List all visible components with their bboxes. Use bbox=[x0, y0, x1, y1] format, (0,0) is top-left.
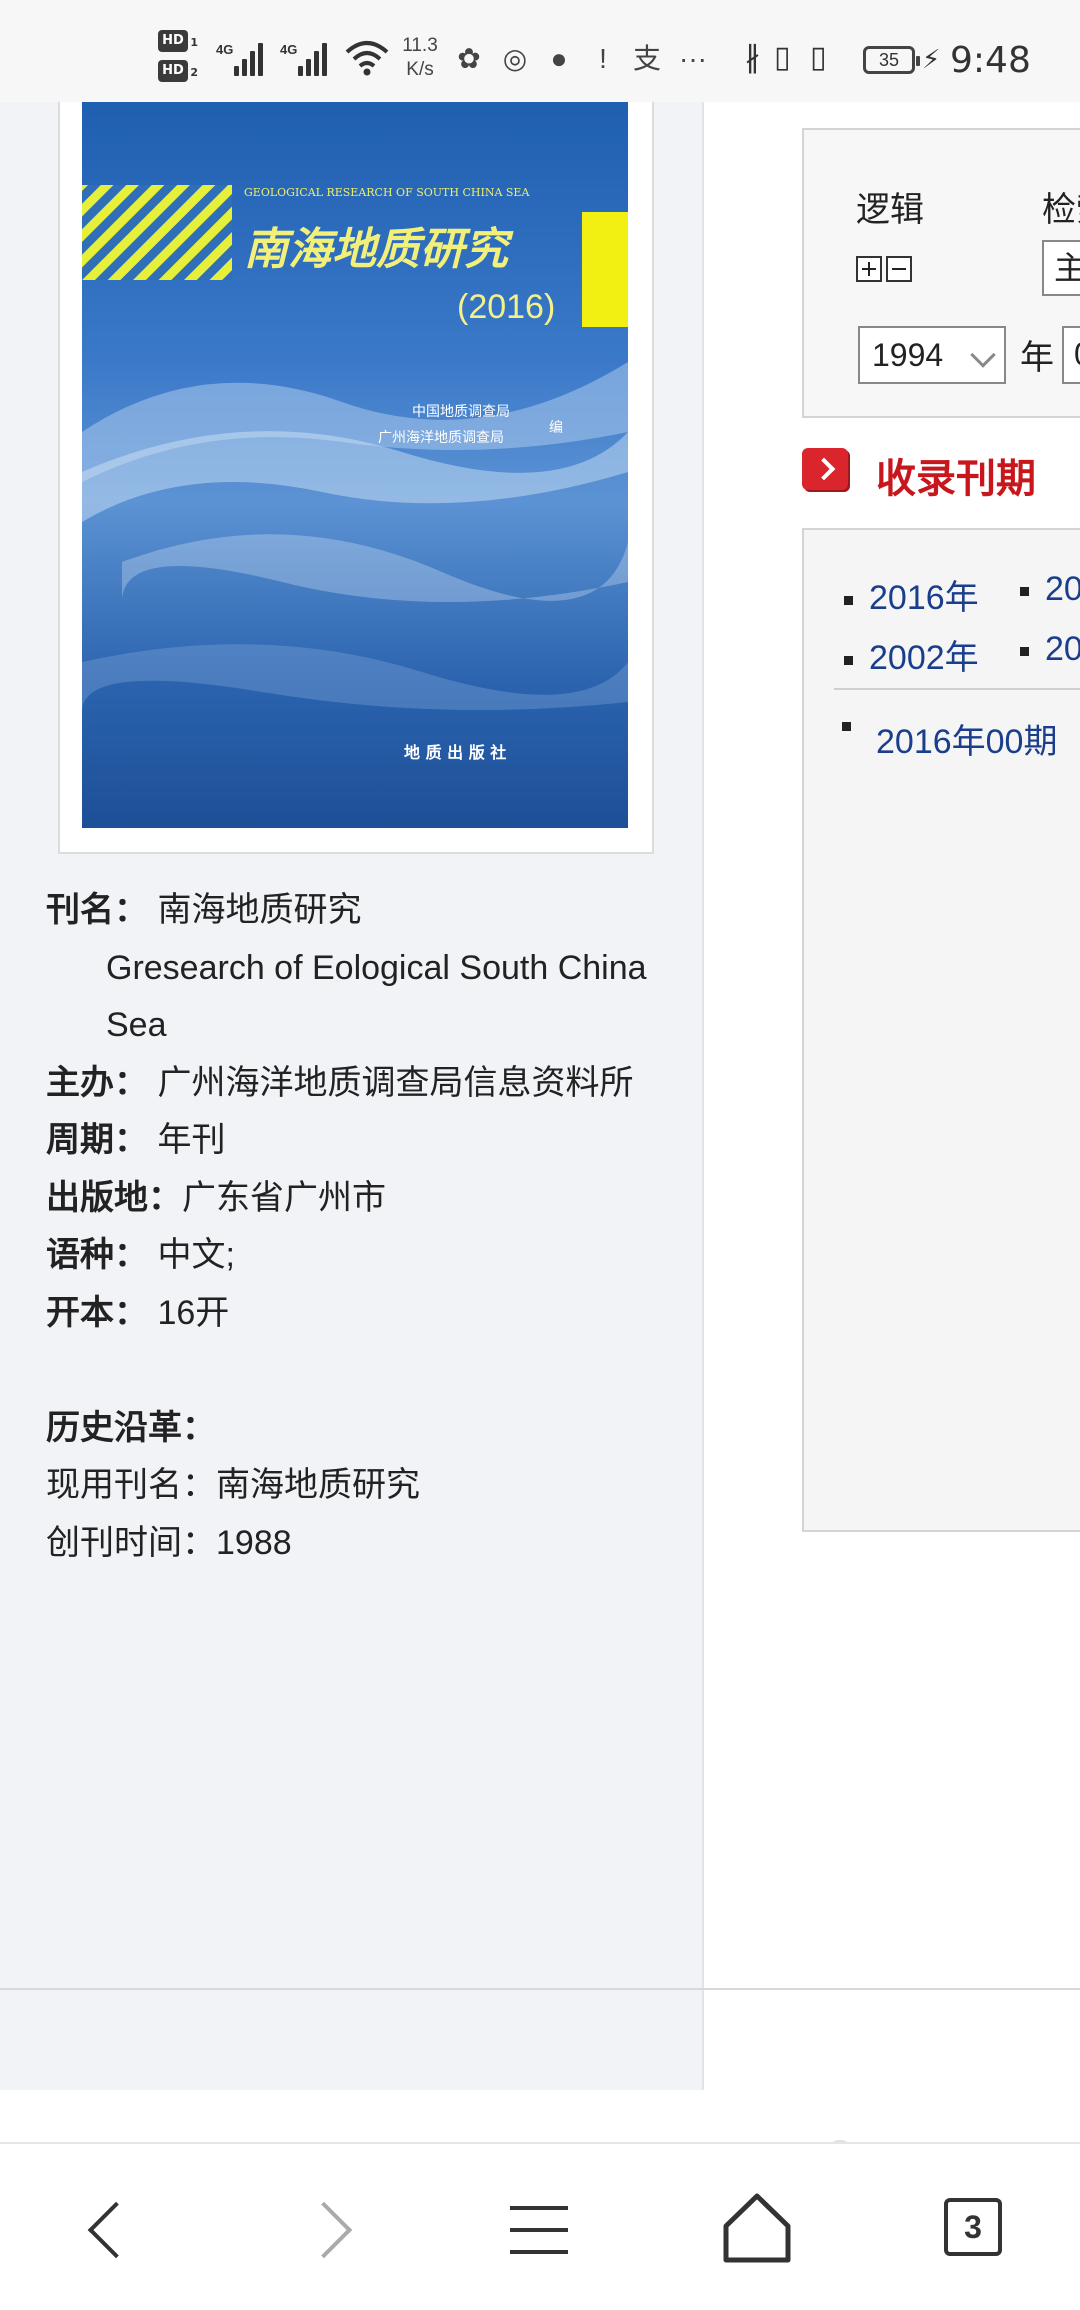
cover-editor-suffix: 编 bbox=[549, 420, 563, 436]
more-notifications-icon: ··· bbox=[679, 43, 707, 74]
journal-name-value: 南海地质研究 bbox=[157, 891, 362, 929]
period-select[interactable]: 0 bbox=[1062, 326, 1080, 384]
place-row: 出版地：广东省广州市 bbox=[46, 1170, 686, 1228]
hd-voice-indicator: HD 1 HD 2 bbox=[158, 30, 202, 90]
language-row: 语种： 中文; bbox=[46, 1227, 686, 1285]
search-and-issues-panel: 逻辑 检索 主 1994 年 0 收录刊期 2016年 20 2002年 20 … bbox=[706, 102, 1080, 2090]
logic-label: 逻辑 bbox=[856, 191, 924, 229]
cover-chinese-title: 南海地质研究 bbox=[244, 224, 514, 275]
history-heading: 历史沿革： bbox=[46, 1408, 216, 1447]
vibrate-icon: ▯ bbox=[810, 41, 827, 74]
hd-voice-sim2-icon: HD 2 bbox=[158, 60, 198, 82]
cover-editor-line1: 中国地质调查局 bbox=[412, 404, 510, 420]
cycle-label: 周期： bbox=[46, 1121, 148, 1159]
cycle-row: 周期： 年刊 bbox=[46, 1112, 686, 1170]
remove-condition-icon[interactable] bbox=[886, 256, 912, 282]
add-condition-icon[interactable] bbox=[856, 256, 882, 282]
language-label: 语种： bbox=[46, 1236, 148, 1274]
format-value: 16开 bbox=[157, 1293, 230, 1332]
cover-publisher: 地 质 出 版 社 bbox=[404, 743, 506, 762]
year-link-20-row1[interactable]: 20 bbox=[1020, 570, 1080, 609]
cycle-value: 年刊 bbox=[157, 1121, 226, 1159]
year-link-2002[interactable]: 2002年 bbox=[844, 630, 979, 679]
format-row: 开本： 16开 bbox=[46, 1285, 686, 1343]
back-button[interactable] bbox=[62, 2184, 152, 2274]
alert-icon: ! bbox=[599, 43, 607, 74]
issue-link-2016-00[interactable]: 2016年00期 bbox=[841, 714, 1057, 763]
journal-info-panel: GEOLOGICAL RESEARCH OF SOUTH CHINA SEA 南… bbox=[0, 102, 704, 2090]
divider bbox=[834, 688, 1080, 690]
place-label: 出版地： bbox=[46, 1178, 182, 1217]
content-divider bbox=[0, 1988, 1080, 1990]
charging-icon: ⚡ bbox=[922, 44, 941, 74]
battery-icon: 35 bbox=[863, 46, 920, 74]
web-content[interactable]: GEOLOGICAL RESEARCH OF SOUTH CHINA SEA 南… bbox=[0, 102, 1080, 2090]
forward-button[interactable] bbox=[286, 2184, 376, 2274]
year-link-2016[interactable]: 2016年 bbox=[844, 570, 979, 619]
battery-saver-icon: ▯ bbox=[774, 41, 791, 74]
status-bar: HD 1 HD 2 4G 4G 11.3 K/s ✿ ◎ ● ! 支 ··· ∦ ▯… bbox=[0, 0, 1080, 102]
advanced-search-box: 逻辑 检索 主 1994 年 0 bbox=[802, 128, 1080, 418]
issues-list-box: 2016年 20 2002年 20 2016年00期 bbox=[802, 528, 1080, 1532]
hedgehog-app-icon: ✿ bbox=[457, 43, 481, 74]
sponsor-value: 广州海洋地质调查局信息资料所 bbox=[157, 1063, 634, 1102]
alipay-icon: 支 bbox=[632, 43, 661, 74]
wechat-icon: ● bbox=[550, 43, 568, 74]
logic-toggle bbox=[856, 256, 916, 287]
issues-section-title: 收录刊期 bbox=[876, 457, 1036, 501]
bluetooth-icon: ∦ bbox=[745, 41, 760, 74]
chevron-right-icon bbox=[802, 448, 848, 490]
journal-cover-image[interactable]: GEOLOGICAL RESEARCH OF SOUTH CHINA SEA 南… bbox=[82, 102, 628, 828]
journal-name-row: 刊名： 南海地质研究 bbox=[46, 882, 686, 940]
journal-name-label: 刊名： bbox=[46, 891, 148, 929]
browser-bottom-nav: 3 bbox=[0, 2142, 1080, 2310]
year-link-20-row2[interactable]: 20 bbox=[1020, 630, 1080, 669]
tabs-button[interactable]: 3 bbox=[944, 2198, 1002, 2256]
language-value: 中文; bbox=[157, 1236, 235, 1274]
menu-button[interactable] bbox=[494, 2184, 584, 2274]
cover-english-title: GEOLOGICAL RESEARCH OF SOUTH CHINA SEA bbox=[244, 186, 530, 199]
qq-icon: ◎ bbox=[502, 43, 528, 74]
year-select[interactable]: 1994 bbox=[858, 326, 1006, 384]
network-speed: 11.3 K/s bbox=[402, 35, 438, 80]
cover-year: (2016) bbox=[457, 288, 555, 326]
home-button[interactable] bbox=[712, 2182, 802, 2272]
clock: 9:48 bbox=[950, 40, 1031, 81]
sponsor-label: 主办： bbox=[46, 1063, 148, 1102]
journal-english-name: Gresearch of Eological South China Sea bbox=[106, 948, 647, 1045]
format-label: 开本： bbox=[46, 1293, 148, 1332]
cover-editor-line2: 广州海洋地质调查局 bbox=[378, 430, 504, 446]
wifi-icon bbox=[345, 41, 389, 76]
chevron-down-icon bbox=[970, 342, 996, 368]
founded-line: 创刊时间：1988 bbox=[46, 1523, 292, 1562]
search-field-label: 检索 bbox=[1042, 191, 1080, 229]
journal-metadata: 刊名： 南海地质研究 Gresearch of Eological South … bbox=[46, 882, 686, 1572]
hd-voice-sim1-icon: HD 1 bbox=[158, 30, 198, 52]
place-value: 广东省广州市 bbox=[182, 1178, 386, 1217]
search-field-select[interactable]: 主 bbox=[1042, 240, 1080, 296]
year-unit-label: 年 bbox=[1020, 339, 1054, 377]
sponsor-row: 主办： 广州海洋地质调查局信息资料所 bbox=[46, 1055, 686, 1113]
current-name-line: 现用刊名：南海地质研究 bbox=[46, 1466, 420, 1504]
